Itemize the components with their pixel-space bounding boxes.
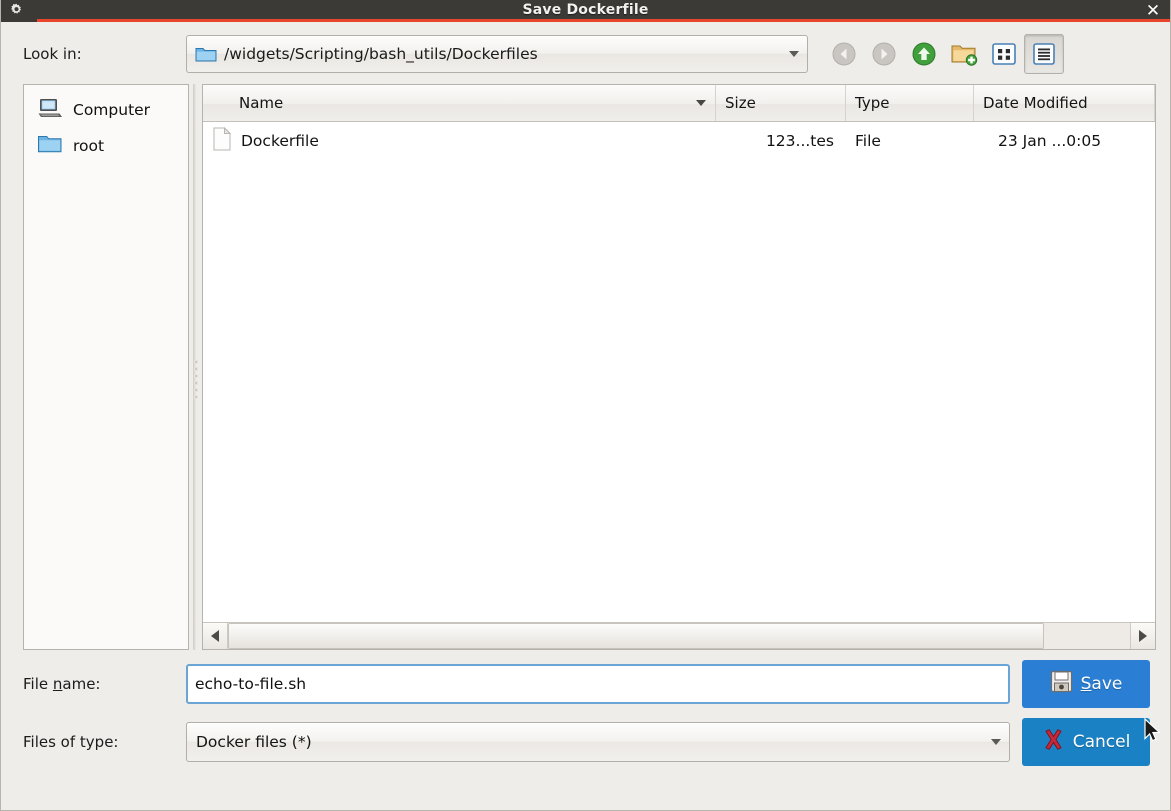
splitter-handle-dots <box>193 360 198 399</box>
file-size-cell: 123...tes <box>765 132 834 150</box>
parent-directory-button[interactable] <box>904 34 944 74</box>
file-name-cell: Dockerfile <box>203 127 716 155</box>
filename-input[interactable] <box>186 664 1010 704</box>
sidebar-item-root[interactable]: root <box>24 128 188 164</box>
scroll-left-icon[interactable] <box>203 623 228 649</box>
folder-icon <box>195 45 217 63</box>
scroll-right-icon[interactable] <box>1130 623 1155 649</box>
titlebar-accent <box>1 19 1170 22</box>
lookin-row: Look in: /widgets/Scripting/bash_utils/D… <box>1 22 1170 84</box>
detail-view-button[interactable] <box>1024 34 1064 74</box>
column-header-label: Date Modified <box>983 94 1088 112</box>
table-row[interactable]: Dockerfile 123...tes File 23 Jan ...0:05 <box>203 122 1155 160</box>
titlebar: Save Dockerfile ✕ <box>1 0 1170 22</box>
filetype-value: Docker files (*) <box>196 733 312 751</box>
file-name-text: Dockerfile <box>241 132 319 150</box>
save-button[interactable]: Save <box>1022 660 1150 708</box>
scrollbar-thumb[interactable] <box>228 623 1045 649</box>
column-header-label: Size <box>725 94 756 112</box>
back-arrow-icon <box>832 42 856 66</box>
column-header-size[interactable]: Size <box>716 85 846 121</box>
up-arrow-icon <box>912 42 936 66</box>
forward-button[interactable] <box>864 34 904 74</box>
computer-icon <box>37 97 63 123</box>
file-list-header: Name Size Type Date Modified <box>203 85 1155 122</box>
grid-view-icon <box>992 43 1016 65</box>
column-header-label: Type <box>855 94 890 112</box>
column-header-date-modified[interactable]: Date Modified <box>974 85 1155 121</box>
new-folder-icon <box>951 45 978 66</box>
folder-icon <box>37 133 63 159</box>
window-title: Save Dockerfile <box>522 1 649 18</box>
chevron-down-icon <box>991 739 1001 745</box>
file-list-rows: Dockerfile 123...tes File 23 Jan ...0:05 <box>203 122 1155 622</box>
filetype-label: Files of type: <box>23 733 119 751</box>
sidebar-item-computer[interactable]: Computer <box>24 92 188 128</box>
file-date-cell: 23 Jan ...0:05 <box>998 132 1102 150</box>
floppy-disk-icon <box>1050 670 1073 698</box>
gear-icon <box>5 0 27 21</box>
save-file-dialog-window: Save Dockerfile ✕ Look in: /widgets/Scri… <box>0 0 1171 811</box>
back-button[interactable] <box>824 34 864 74</box>
file-type-cell: File <box>855 132 881 150</box>
column-header-name[interactable]: Name <box>203 85 716 121</box>
places-sidebar: Computer root <box>23 84 189 650</box>
save-button-label: Save <box>1080 674 1123 694</box>
path-combobox[interactable]: /widgets/Scripting/bash_utils/Dockerfile… <box>186 35 808 73</box>
detail-view-icon <box>1033 43 1055 65</box>
filetype-combobox[interactable]: Docker files (*) <box>186 722 1010 762</box>
dialog-footer: File name: Save Files of type: Docker fi… <box>1 650 1170 766</box>
lookin-label: Look in: <box>23 45 82 63</box>
horizontal-scrollbar[interactable] <box>203 622 1155 649</box>
sidebar-item-label: root <box>73 137 105 155</box>
sidebar-item-label: Computer <box>73 101 151 119</box>
dialog-body: Computer root Name Size Type Date Modifi… <box>23 84 1156 650</box>
filename-label: File name: <box>23 675 101 693</box>
forward-arrow-icon <box>872 42 896 66</box>
new-folder-button[interactable] <box>944 34 984 74</box>
path-text: /widgets/Scripting/bash_utils/Dockerfile… <box>224 45 538 63</box>
sort-descending-icon <box>696 100 706 106</box>
filename-row: File name: Save <box>23 660 1156 708</box>
close-icon[interactable]: ✕ <box>1144 2 1162 20</box>
chevron-down-icon <box>789 51 799 57</box>
file-list-pane: Name Size Type Date Modified Dockerfile … <box>202 84 1156 650</box>
cancel-button-label: Cancel <box>1072 732 1131 752</box>
file-icon <box>212 127 232 155</box>
scrollbar-track[interactable] <box>228 623 1130 649</box>
column-header-label: Name <box>239 94 284 112</box>
filetype-row: Files of type: Docker files (*) Cancel <box>23 718 1156 766</box>
list-view-button[interactable] <box>984 34 1024 74</box>
red-x-icon <box>1042 728 1065 756</box>
sidebar-splitter[interactable] <box>189 84 202 650</box>
cancel-button[interactable]: Cancel <box>1022 718 1150 766</box>
column-header-type[interactable]: Type <box>846 85 974 121</box>
